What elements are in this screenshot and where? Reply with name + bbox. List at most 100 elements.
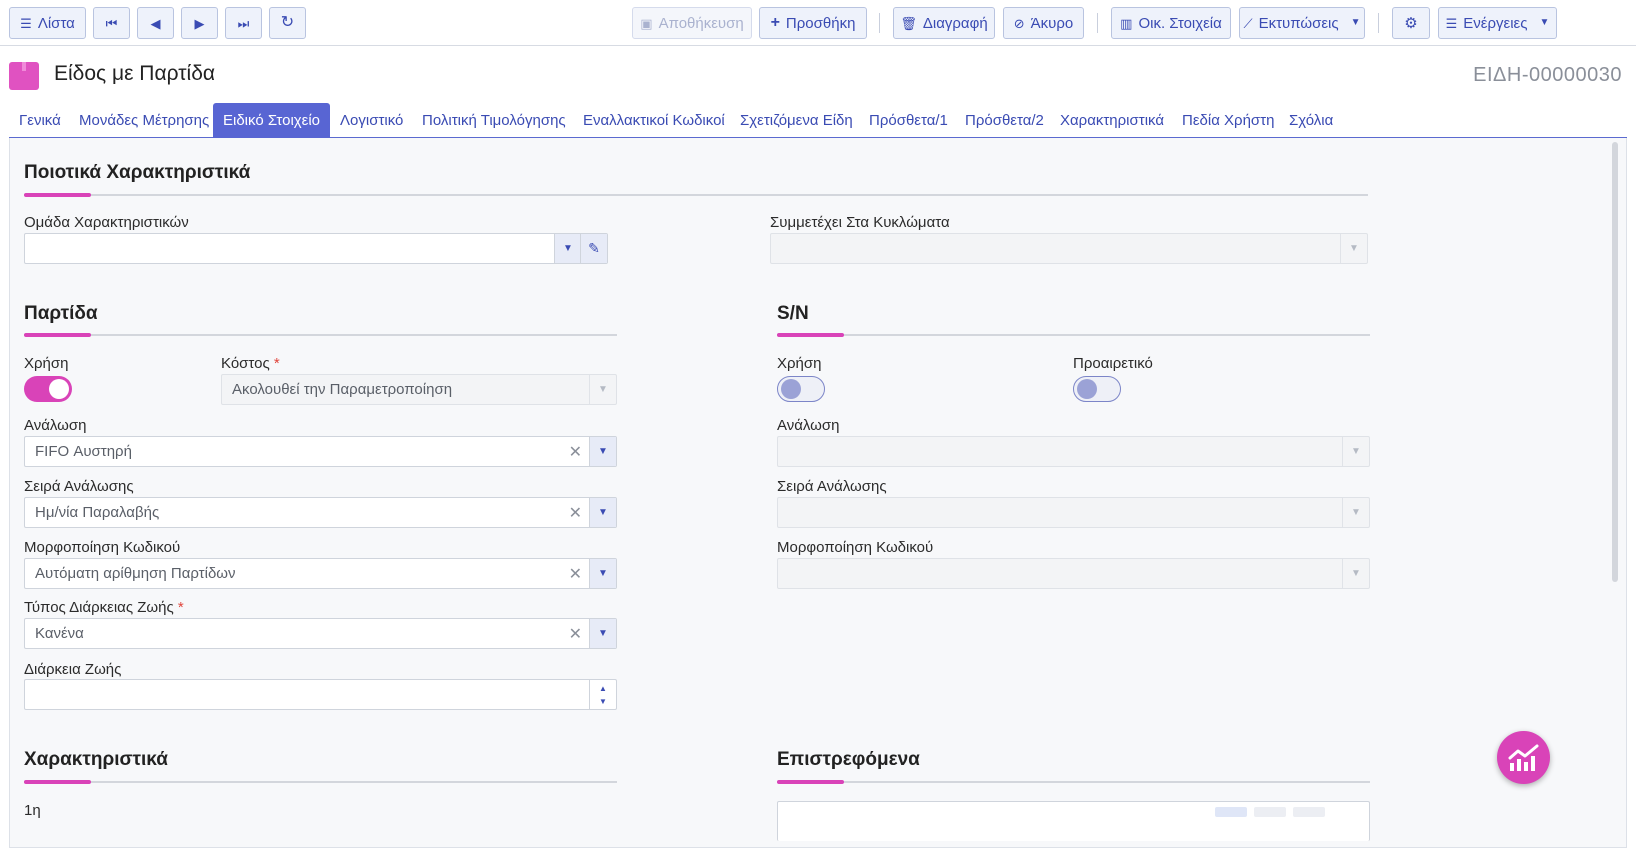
toolbar-divider xyxy=(879,13,880,33)
circuits-label: Συμμετέχει Στα Κυκλώματα xyxy=(770,214,950,231)
shelf-life-type-select[interactable]: Κανένα ✕ ▼ xyxy=(24,618,617,649)
batch-use-toggle[interactable] xyxy=(24,376,72,402)
attr-group-label: Ομάδα Χαρακτηριστικών xyxy=(24,214,189,231)
stepper-down-icon[interactable]: ▼ xyxy=(599,695,607,708)
batch-consumption-label: Ανάλωση xyxy=(24,417,87,434)
attr-group-select[interactable]: ▼ ✎ xyxy=(24,233,608,264)
batch-code-format-label: Μορφοποίηση Κωδικού xyxy=(24,539,181,556)
tab-extra-1[interactable]: Πρόσθετα/1 xyxy=(859,103,958,138)
grid-toolbar-button[interactable] xyxy=(1254,807,1286,817)
cost-select[interactable]: Ακολουθεί την Παραμετροποίηση ▼ xyxy=(221,374,617,405)
serial-optional-label: Προαιρετικό xyxy=(1073,355,1153,372)
tab-alternative-codes[interactable]: Εναλλακτικοί Κωδικοί xyxy=(573,103,735,138)
caret-down-icon: ▼ xyxy=(1539,17,1550,28)
save-icon: ▣ xyxy=(640,15,653,31)
batch-consumption-select[interactable]: FIFO Αυστηρή ✕ ▼ xyxy=(24,436,617,467)
section-accent xyxy=(24,193,91,197)
tab-units[interactable]: Μονάδες Μέτρησης xyxy=(69,103,219,138)
section-divider xyxy=(24,334,617,336)
section-divider xyxy=(777,781,1370,783)
grid-toolbar-button[interactable] xyxy=(1215,807,1247,817)
add-button[interactable]: + Προσθήκη xyxy=(759,7,867,39)
returnables-grid[interactable] xyxy=(777,801,1370,841)
page-title: Είδος με Παρτίδα xyxy=(54,62,216,85)
serial-optional-toggle[interactable] xyxy=(1073,376,1121,402)
next-record-button[interactable]: ▶ xyxy=(181,7,218,39)
toggle-knob xyxy=(49,379,69,399)
clear-icon[interactable]: ✕ xyxy=(569,564,582,584)
save-button[interactable]: ▣ Αποθήκευση xyxy=(632,7,752,39)
grid-toolbar-button[interactable] xyxy=(1293,807,1325,817)
prints-dropdown-button[interactable]: ⟋ Εκτυπώσεις ▼ xyxy=(1239,7,1365,39)
stepper-up-icon[interactable]: ▲ xyxy=(599,682,607,695)
first-record-button[interactable]: ⏮ xyxy=(93,7,130,39)
section-divider xyxy=(777,334,1370,336)
financials-button[interactable]: ▥ Οικ. Στοιχεία xyxy=(1111,7,1231,39)
chevron-down-icon[interactable]: ▼ xyxy=(1342,559,1369,588)
section-accent xyxy=(24,780,91,784)
tab-comments[interactable]: Σχόλια xyxy=(1279,103,1343,138)
chevron-down-icon[interactable]: ▼ xyxy=(1342,437,1369,466)
serial-use-label: Χρήση xyxy=(777,355,822,372)
previous-icon: ◀ xyxy=(150,15,161,31)
tab-extra-2[interactable]: Πρόσθετα/2 xyxy=(955,103,1054,138)
number-stepper[interactable]: ▲ ▼ xyxy=(589,680,616,709)
chevron-down-icon[interactable]: ▼ xyxy=(554,234,581,263)
tab-related-items[interactable]: Σχετιζόμενα Είδη xyxy=(730,103,863,138)
tab-pricing-policy[interactable]: Πολιτική Τιμολόγησης xyxy=(412,103,576,138)
next-icon: ▶ xyxy=(194,15,205,31)
last-record-button[interactable]: ⏭ xyxy=(225,7,262,39)
tab-accounting[interactable]: Λογιστικό xyxy=(330,103,413,138)
pencil-icon[interactable]: ✎ xyxy=(580,234,607,263)
section-title-characteristics: Χαρακτηριστικά xyxy=(24,749,168,770)
document-code: ΕΙΔΗ-00000030 xyxy=(1473,64,1622,86)
actions-dropdown-button[interactable]: ☰ Ενέργειες ▼ xyxy=(1438,7,1557,39)
last-record-icon: ⏭ xyxy=(237,15,250,31)
clear-icon[interactable]: ✕ xyxy=(569,442,582,462)
section-accent xyxy=(777,333,844,337)
serial-use-toggle[interactable] xyxy=(777,376,825,402)
shelf-life-input[interactable]: ▲ ▼ xyxy=(24,679,617,710)
chevron-down-icon[interactable]: ▼ xyxy=(589,619,616,648)
section-title-quality: Ποιοτικά Χαρακτηριστικά xyxy=(24,162,251,183)
analytics-chart-icon xyxy=(1508,744,1538,771)
settings-button[interactable]: ⚙ xyxy=(1392,7,1430,39)
plus-icon: + xyxy=(770,14,780,31)
scrollbar[interactable] xyxy=(1612,142,1618,582)
tab-content-panel: Ποιοτικά Χαρακτηριστικά Ομάδα Χαρακτηρισ… xyxy=(9,138,1627,848)
tab-general[interactable]: Γενικά xyxy=(9,103,71,138)
serial-consumption-order-select[interactable]: ▼ xyxy=(777,497,1370,528)
serial-consumption-select[interactable]: ▼ xyxy=(777,436,1370,467)
batch-code-format-select[interactable]: Αυτόματη αρίθμηση Παρτίδων ✕ ▼ xyxy=(24,558,617,589)
chevron-down-icon[interactable]: ▼ xyxy=(589,375,616,404)
tab-user-fields[interactable]: Πεδία Χρήστη xyxy=(1172,103,1284,138)
chevron-down-icon[interactable]: ▼ xyxy=(589,437,616,466)
list-button[interactable]: ☰ Λίστα xyxy=(9,7,86,39)
cancel-button[interactable]: ⊘ Άκυρο xyxy=(1003,7,1084,39)
chevron-down-icon[interactable]: ▼ xyxy=(1340,234,1367,263)
section-title-returnables: Επιστρεφόμενα xyxy=(777,749,920,770)
analytics-fab-button[interactable] xyxy=(1497,731,1550,784)
batch-use-label: Χρήση xyxy=(24,355,69,372)
tab-special-item[interactable]: Ειδικό Στοιχείο xyxy=(213,103,330,138)
characteristic-first-label: 1η xyxy=(24,802,41,819)
gears-icon: ⚙ xyxy=(1404,14,1418,32)
serial-code-format-select[interactable]: ▼ xyxy=(777,558,1370,589)
refresh-button[interactable]: ↻ xyxy=(269,7,306,39)
list-icon: ☰ xyxy=(20,15,32,31)
chevron-down-icon[interactable]: ▼ xyxy=(589,498,616,527)
clear-icon[interactable]: ✕ xyxy=(569,503,582,523)
shelf-life-label: Διάρκεια Ζωής xyxy=(24,661,122,678)
first-record-icon: ⏮ xyxy=(105,15,118,31)
toolbar-divider xyxy=(1378,13,1379,33)
section-accent xyxy=(777,780,844,784)
previous-record-button[interactable]: ◀ xyxy=(137,7,174,39)
chevron-down-icon[interactable]: ▼ xyxy=(1342,498,1369,527)
circuits-select[interactable]: ▼ xyxy=(770,233,1368,264)
batch-consumption-order-select[interactable]: Ημ/νία Παραλαβής ✕ ▼ xyxy=(24,497,617,528)
chevron-down-icon[interactable]: ▼ xyxy=(589,559,616,588)
clear-icon[interactable]: ✕ xyxy=(569,624,582,644)
toolbar: ☰ Λίστα ⏮ ◀ ▶ ⏭ ↻ ▣ Αποθήκευση + Προσθήκη 🗑… xyxy=(0,0,1636,46)
delete-button[interactable]: 🗑 Διαγραφή xyxy=(893,7,995,39)
tab-characteristics[interactable]: Χαρακτηριστικά xyxy=(1050,103,1174,138)
